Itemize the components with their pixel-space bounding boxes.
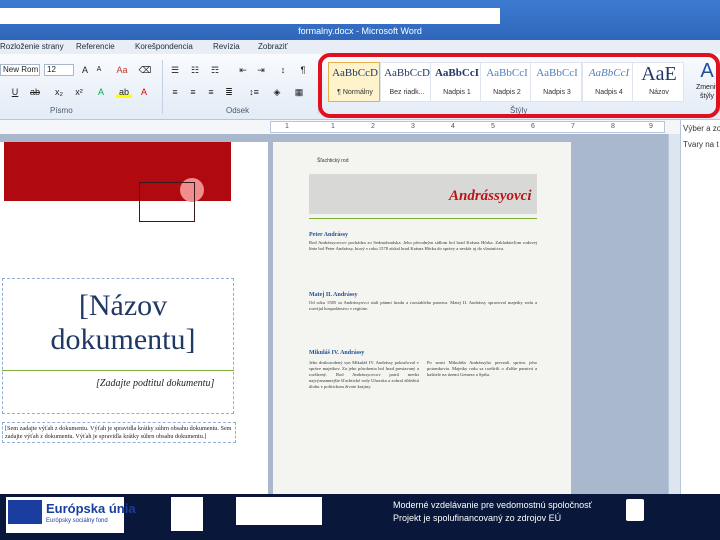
strikethrough-button[interactable]: ab [30,86,40,98]
abstract-placeholder[interactable]: [Sem zadajte výťah z dokumentu. Výťah je… [2,422,236,444]
project-text: Moderné vzdelávanie pre vedomostnú spolo… [393,499,592,525]
document-subtitle[interactable]: [Zadajte podtitul dokumentu] [96,378,214,389]
ruler-label: 3 [411,123,415,130]
ruler-label: 9 [649,123,653,130]
document-title[interactable]: [Názov dokumentu] [13,289,233,357]
grow-font-button[interactable]: A [80,64,90,76]
divider [2,370,234,371]
decrease-indent-button[interactable]: ⇤ [236,64,250,76]
bullets-button[interactable]: ☰ [168,64,182,76]
sort-button[interactable]: ↕ [276,64,290,76]
page-header: Šľachtický rod [317,158,349,164]
separator [162,60,163,114]
multilevel-list-button[interactable]: ☶ [208,64,222,76]
clear-formatting-button[interactable]: ⌫ [138,64,152,76]
shrink-font-button[interactable]: A [94,64,104,76]
paragraph-3[interactable]: Jeho druhorodený syn Mikuláš IV. Andráss… [309,360,419,390]
selection-pane-item[interactable]: Tvary na t [683,140,719,149]
ruler-label: 8 [611,123,615,130]
window-title: formalny.docx - Microsoft Word [298,26,422,36]
numbering-button[interactable]: ☷ [188,64,202,76]
ruler-label: 2 [371,123,375,130]
heading-3[interactable]: Mikuláš IV. Andrássy [309,350,364,356]
ruler-label: 1 [331,123,335,130]
paragraph-1[interactable]: Rod Andrássyovcov pochádza zo Sedmohrads… [309,240,537,252]
text-effects-button[interactable]: A [94,86,108,98]
font-size-input[interactable]: 12 [44,64,74,76]
shading-button[interactable]: ◈ [270,86,284,98]
group-label-font: Písmo [50,106,73,115]
divider [309,218,537,219]
clear-format-icon[interactable]: Aa [114,64,130,76]
eu-subtitle: Európsky sociálny fond [46,518,108,524]
highlight-button[interactable]: ab [116,86,132,98]
page-title[interactable]: Andrássyovci [449,188,532,205]
paragraph-2[interactable]: Od roku 1585 sa Andrássyovci stali pánmi… [309,300,537,312]
font-color-button[interactable]: A [138,86,150,98]
heading-1[interactable]: Peter Andrássy [309,232,348,238]
ruler-label: 7 [571,123,575,130]
align-left-button[interactable]: ≡ [168,86,182,98]
selection-pane-title: Výber a zo [683,124,720,133]
borders-button[interactable]: ▦ [292,86,306,98]
agency-logo-icon [236,497,322,525]
tab-view[interactable]: Zobraziť [258,42,288,51]
selection-pane: Výber a zo Tvary na t [680,120,720,494]
eu-title: Európska únia [46,501,136,516]
subscript-button[interactable]: x₂ [54,86,64,98]
content-page[interactable]: Šľachtický rod Andrássyovci Peter András… [273,142,571,494]
tab-mailings[interactable]: Korešpondencia [135,42,193,51]
footer-bar: Európska únia Európsky sociálny fond Mod… [0,494,720,540]
line-spacing-button[interactable]: ↕≡ [246,86,262,98]
ruler-label: 5 [491,123,495,130]
align-center-button[interactable]: ≡ [186,86,200,98]
ruler-label: 4 [451,123,455,130]
screen: formalny.docx - Microsoft Word Rozloženi… [0,0,720,540]
title-bar: formalny.docx - Microsoft Word [0,0,720,40]
crest-icon [626,499,644,521]
document-workspace: [Názov dokumentu] [Zadajte podtitul doku… [0,134,680,494]
selection-frame[interactable] [139,182,195,222]
eu-flag-icon [8,500,42,524]
project-line-1: Moderné vzdelávanie pre vedomostnú spolo… [393,500,592,510]
ruler-label: 1 [285,123,289,130]
tab-layout[interactable]: Rozloženie strany [0,42,64,51]
vertical-scrollbar[interactable] [668,134,680,494]
styles-highlight-frame [318,53,720,118]
tab-review[interactable]: Revízia [213,42,240,51]
group-label-paragraph: Odsek [226,106,250,115]
ribbon-tabs: Rozloženie strany Referencie Korešponden… [0,40,720,54]
show-marks-button[interactable]: ¶ [296,64,310,76]
horizontal-ruler[interactable]: 1 1 2 3 4 5 6 7 8 9 [270,121,665,133]
tab-references[interactable]: Referencie [76,42,115,51]
increase-indent-button[interactable]: ⇥ [254,64,268,76]
ruler-label: 6 [531,123,535,130]
font-name-input[interactable]: New Rom [0,64,40,76]
star-logo-icon [171,497,203,531]
superscript-button[interactable]: x² [74,86,84,98]
eu-logo: Európska únia Európsky sociálny fond [6,497,136,533]
align-right-button[interactable]: ≡ [204,86,218,98]
underline-button[interactable]: U [10,86,20,98]
paragraph-4[interactable]: Po smrti Mikuláša Andrássyho prevzali sp… [427,360,537,378]
justify-button[interactable]: ≣ [222,86,236,98]
cover-page[interactable]: [Názov dokumentu] [Zadajte podtitul doku… [0,142,268,494]
title-placeholder[interactable]: [Názov dokumentu] [2,278,234,414]
heading-2[interactable]: Matej II. Andrássy [309,292,358,298]
project-line-2: Projekt je spolufinancovaný zo zdrojov E… [393,513,562,523]
quick-access-toolbar [0,8,500,24]
